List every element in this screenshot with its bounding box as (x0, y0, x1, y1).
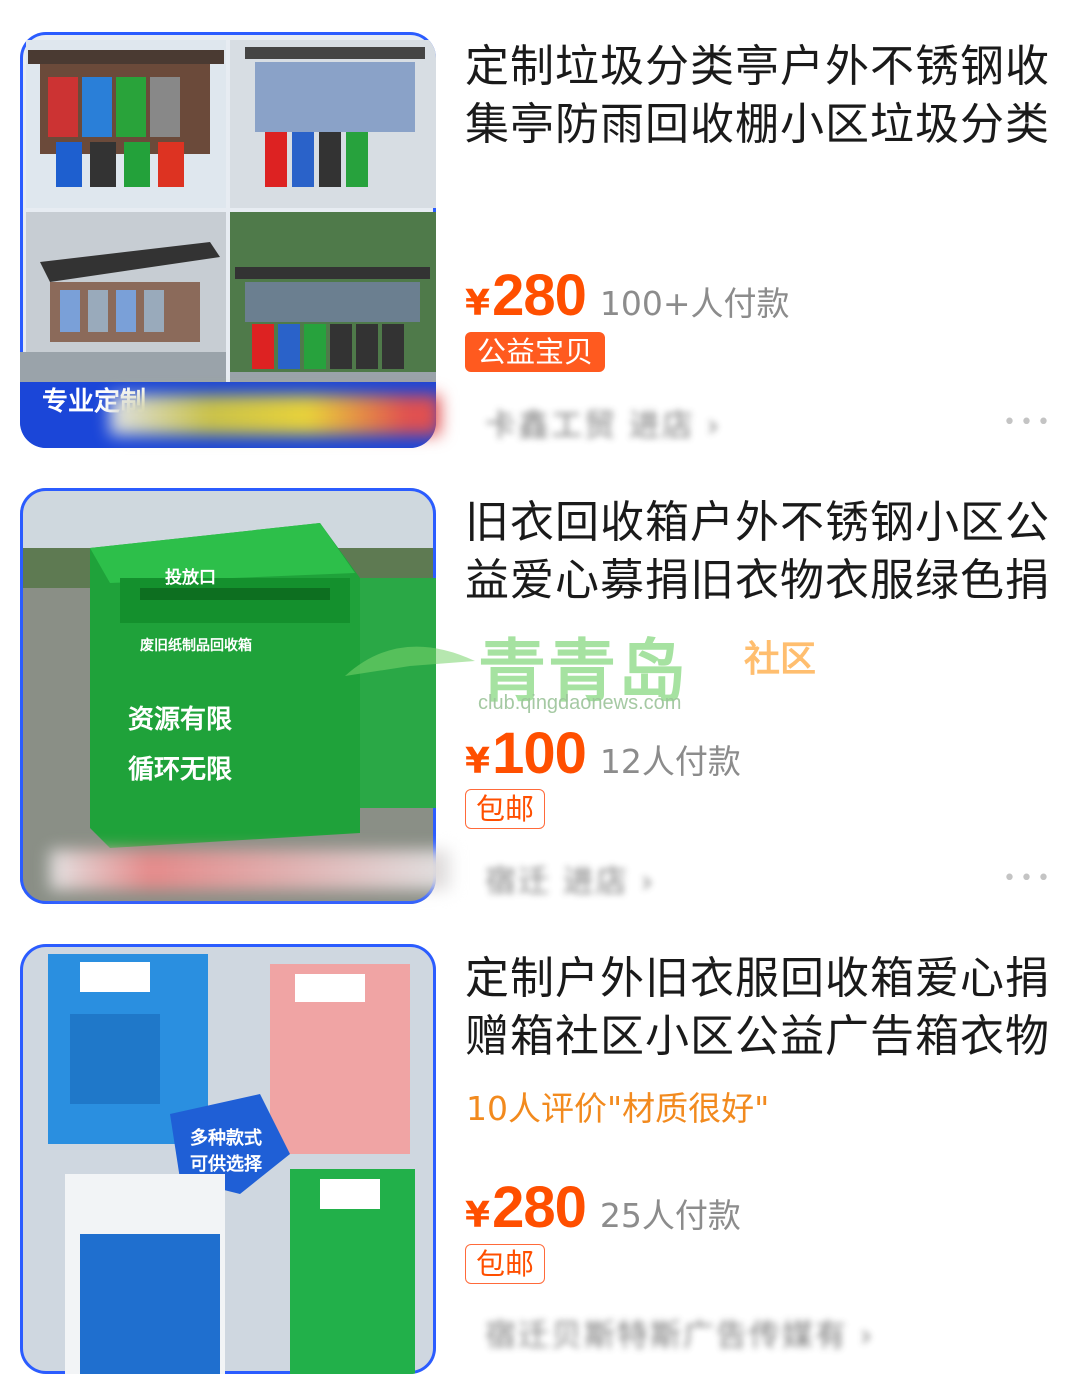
shop-link[interactable]: 宿迁贝斯特斯广告传媒有 › (485, 1310, 874, 1355)
product-image[interactable]: 多种款式 可供选择 (20, 944, 436, 1374)
watermark-logo-icon (345, 646, 475, 676)
sales-count: 12人付款 (599, 742, 741, 781)
shop-link[interactable]: 宿迁 进店 › (485, 856, 655, 901)
watermark-url: club.qingdaonews.com (478, 692, 682, 714)
more-options-icon[interactable]: ••• (1003, 866, 1054, 891)
blurred-region (110, 395, 440, 435)
product-card[interactable]: 专业定制 定制垃圾分类亭户外不锈钢收集亭防雨回收棚小区垃圾分类 ¥ 280 10… (0, 0, 1080, 456)
price-row: ¥ 280 25人付款 (465, 1174, 741, 1241)
free-shipping-badge: 包邮 (465, 789, 546, 829)
watermark: 青青岛 社区 club.qingdaonews.com (340, 606, 840, 726)
sales-count: 25人付款 (599, 1196, 741, 1235)
currency-symbol: ¥ (465, 741, 491, 782)
image-text: 废旧纸制品回收箱 (140, 637, 252, 654)
price-row: ¥ 280 100+人付款 (465, 262, 789, 329)
charity-badge: 公益宝贝 (465, 332, 606, 372)
price: 280 (492, 1175, 587, 1240)
price: 280 (492, 263, 587, 328)
sales-count: 100+人付款 (599, 284, 790, 323)
currency-symbol: ¥ (465, 1195, 491, 1236)
image-text: 循环无限 (128, 755, 232, 785)
image-text: 资源有限 (128, 705, 232, 735)
product-title[interactable]: 定制户外旧衣服回收箱爱心捐赠箱社区小区公益广告箱衣物 (465, 950, 1055, 1066)
currency-symbol: ¥ (465, 283, 491, 324)
watermark-subtitle: 社区 (744, 639, 817, 680)
product-card[interactable]: 多种款式 可供选择 定制户外旧衣服回收箱爱心捐赠箱社区小区公益广告箱衣物 10人… (0, 912, 1080, 1374)
image-text: 投放口 (165, 567, 216, 588)
price-row: ¥ 100 12人付款 (465, 720, 741, 787)
price: 100 (492, 721, 587, 786)
product-title[interactable]: 定制垃圾分类亭户外不锈钢收集亭防雨回收棚小区垃圾分类 (465, 38, 1055, 154)
review-snippet: 10人评价"材质很好" (466, 1089, 770, 1128)
image-badge: 可供选择 (190, 1153, 263, 1175)
product-title[interactable]: 旧衣回收箱户外不锈钢小区公益爱心募捐旧衣物衣服绿色捐 (465, 494, 1055, 610)
product-image[interactable]: 专业定制 (20, 32, 436, 448)
blurred-region (50, 850, 450, 890)
free-shipping-badge: 包邮 (465, 1244, 546, 1284)
image-badge: 多种款式 (190, 1127, 262, 1149)
shop-link[interactable]: 卡鑫工贸 进店 › (485, 400, 721, 445)
more-options-icon[interactable]: ••• (1003, 410, 1054, 435)
